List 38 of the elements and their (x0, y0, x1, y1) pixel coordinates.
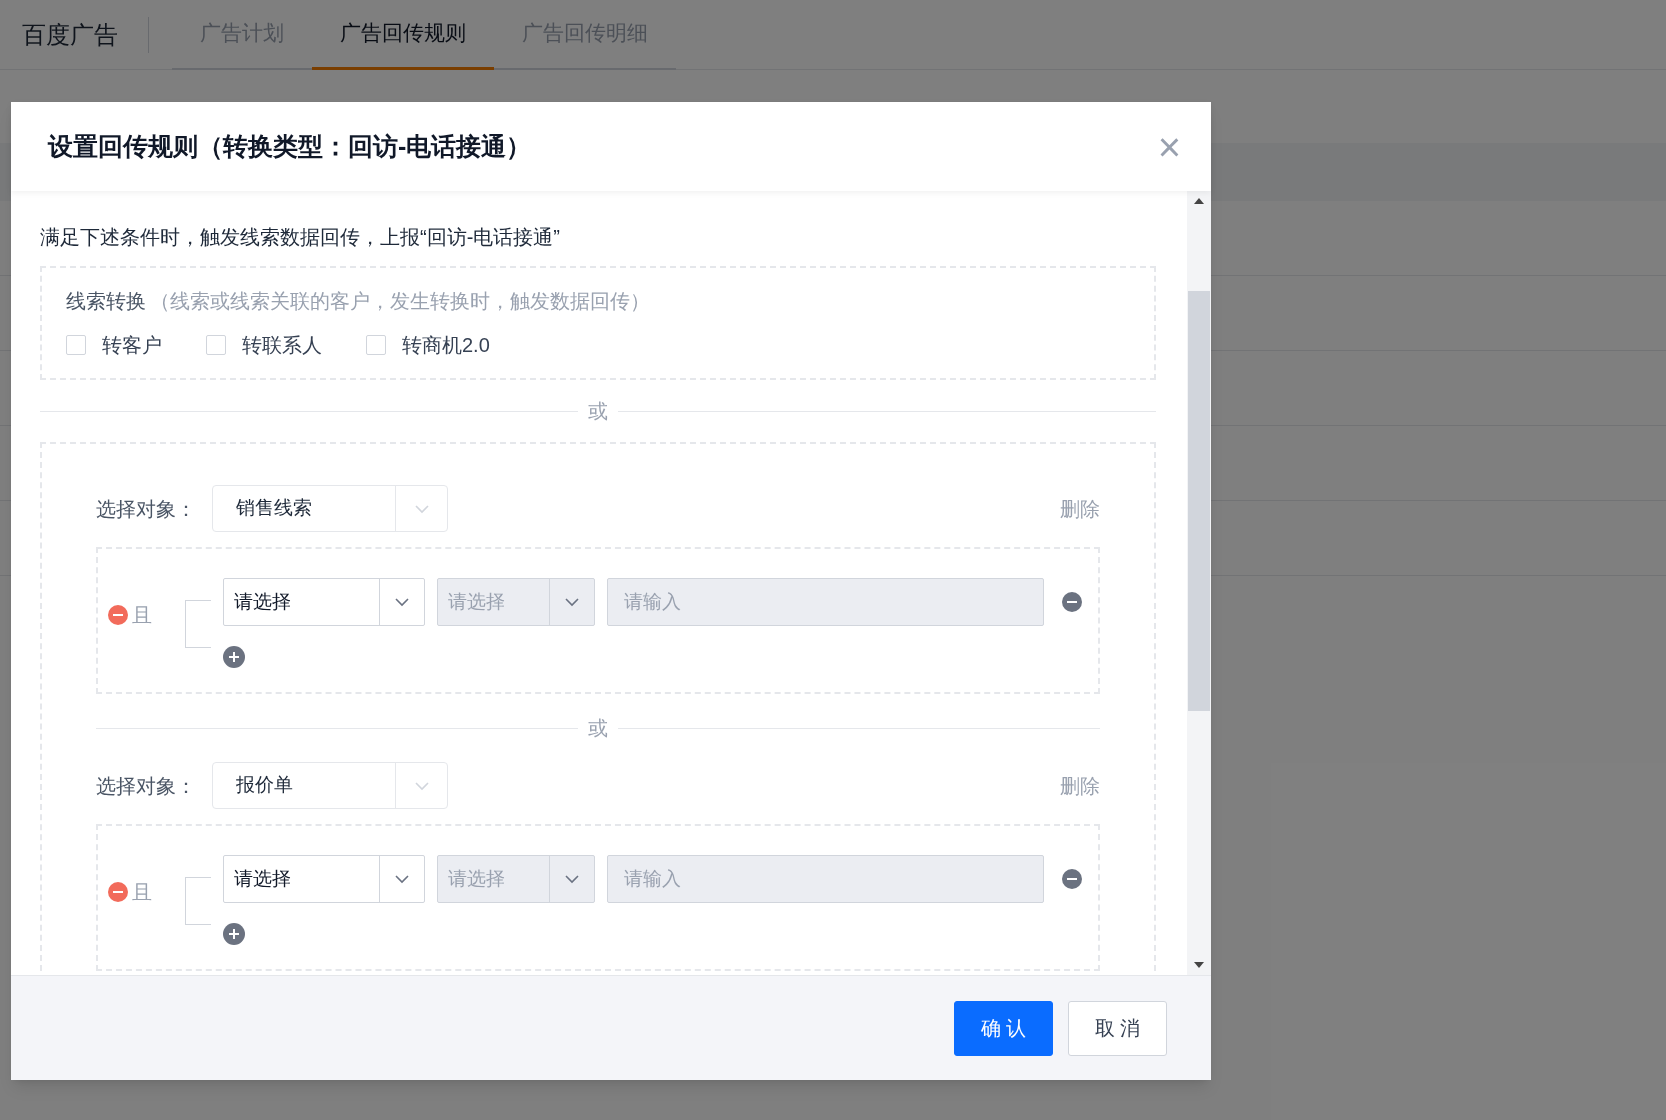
remove-group-icon[interactable] (108, 882, 128, 902)
scroll-down-icon[interactable] (1194, 962, 1204, 968)
checkbox-label: 转客户 (102, 333, 162, 358)
remove-condition-icon[interactable] (1062, 869, 1082, 889)
field-label: 选择对象： (96, 773, 196, 799)
field-label: 选择对象： (96, 496, 196, 522)
cancel-button[interactable]: 取 消 (1068, 1000, 1167, 1056)
bracket-line (185, 877, 211, 925)
checkbox-label: 转联系人 (242, 333, 322, 358)
section-label: 线索转换 (66, 289, 146, 314)
remove-group-icon[interactable] (108, 605, 128, 625)
bracket-line (185, 600, 211, 648)
intro-text: 满足下述条件时，触发线索数据回传，上报“回访-电话接通” (40, 225, 561, 250)
logic-label: 且 (132, 603, 152, 628)
delete-link[interactable]: 删除 (1060, 493, 1100, 524)
close-button[interactable]: × (1157, 126, 1181, 167)
section-hint: （线索或线索关联的客户，发生转换时，触发数据回传） (150, 289, 650, 314)
checkbox-label: 转商机2.0 (402, 333, 490, 358)
remove-condition-icon[interactable] (1062, 592, 1082, 612)
brand-title: 百度广告 (0, 16, 149, 53)
scrollbar[interactable] (1187, 191, 1211, 975)
field-select[interactable]: 请选择 (223, 578, 425, 626)
dialog-title: 设置回传规则（转换类型：回访-电话接通） (48, 130, 532, 162)
object-select[interactable]: 销售线索 (212, 485, 448, 532)
add-condition-icon[interactable] (223, 646, 245, 668)
scroll-up-icon[interactable] (1194, 198, 1204, 204)
confirm-button[interactable]: 确 认 (954, 1000, 1053, 1056)
checkbox[interactable] (366, 335, 386, 355)
or-label: 或 (588, 399, 608, 424)
add-condition-icon[interactable] (223, 923, 245, 945)
or-label: 或 (588, 716, 608, 741)
checkbox[interactable] (206, 335, 226, 355)
object-select[interactable]: 报价单 (212, 762, 448, 809)
nav-tab[interactable]: 广告回传规则 (312, 0, 494, 70)
logic-label: 且 (132, 880, 152, 905)
delete-link[interactable]: 删除 (1060, 770, 1100, 801)
checkbox[interactable] (66, 335, 86, 355)
field-select[interactable]: 请选择 (223, 855, 425, 903)
